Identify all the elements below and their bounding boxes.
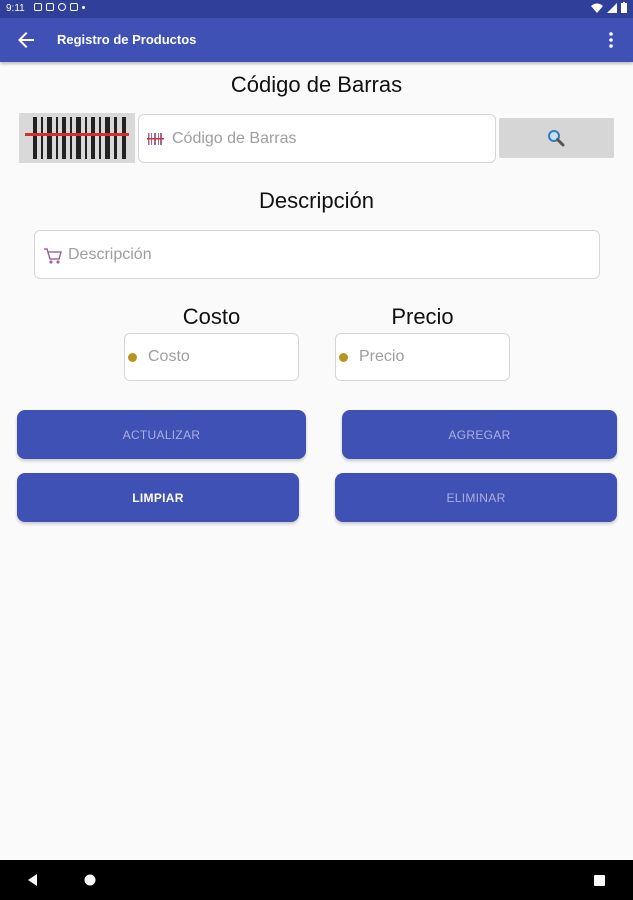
battery-icon [621,2,627,13]
price-title: Precio [391,304,454,329]
back-arrow-icon[interactable] [14,28,38,52]
nav-home-icon[interactable] [84,874,96,886]
navigation-bar [0,860,633,900]
barcode-title: Código de Barras [230,72,403,97]
signal-icon [607,2,617,13]
clear-button[interactable]: LIMPIAR [17,473,299,522]
app-icon [58,3,66,11]
delete-button[interactable]: ELIMINAR [335,473,617,522]
more-options-icon[interactable] [601,30,621,50]
wifi-icon [591,3,603,13]
app-bar: Registro de Productos [0,18,633,62]
barcode-field[interactable] [138,114,496,163]
barcode-input[interactable] [172,115,487,162]
description-input[interactable] [68,231,588,278]
price-field[interactable] [335,333,510,381]
barcode-scanner-button[interactable] [19,113,135,163]
price-input[interactable] [359,334,499,380]
description-title: Descripción [259,188,374,213]
mail-icon [46,3,54,11]
description-field[interactable] [34,230,600,279]
cost-field[interactable] [124,333,299,381]
status-bar: 9:11 [0,0,633,18]
search-button[interactable] [499,118,614,158]
system-icons [591,2,627,13]
nav-back-icon[interactable] [27,874,39,886]
cost-title: Costo [182,304,241,329]
update-button[interactable]: ACTUALIZAR [17,410,306,459]
add-button[interactable]: AGREGAR [342,410,617,459]
cost-dot-icon [128,353,137,362]
notification-icon [34,3,42,11]
barcode-small-icon [147,133,164,145]
cart-icon [44,248,62,264]
notification-icons [34,3,85,11]
status-time: 9:11 [6,3,25,14]
app-title: Registro de Productos [57,32,197,47]
sd-card-icon [70,3,78,11]
cost-input[interactable] [148,334,288,380]
price-dot-icon [339,353,348,362]
barcode-scanner-icon [25,117,129,159]
search-icon [548,130,565,147]
dot-icon [82,6,85,9]
nav-recents-icon[interactable] [594,875,605,886]
